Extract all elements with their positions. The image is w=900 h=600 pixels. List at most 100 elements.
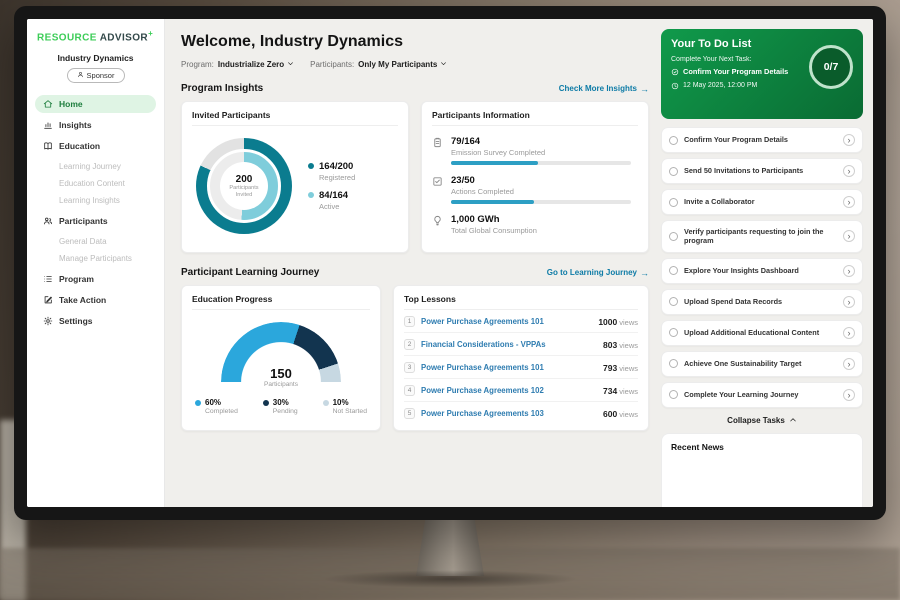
task-label: Achieve One Sustainability Target (684, 359, 837, 368)
legend-item-active: 84/164 Active (308, 190, 355, 211)
chevron-right-icon[interactable]: › (843, 265, 855, 277)
collapse-tasks-link[interactable]: Collapse Tasks (661, 416, 863, 426)
todo-task-row[interactable]: Explore Your Insights Dashboard › (661, 258, 863, 284)
task-checkbox[interactable] (669, 266, 678, 275)
task-label: Explore Your Insights Dashboard (684, 266, 837, 275)
sidebar-subitem-label: Education Content (59, 179, 125, 188)
donut-center-value: 200 (236, 174, 253, 185)
program-filter-dropdown[interactable]: Industrialize Zero (218, 60, 294, 69)
metric-label: Emission Survey Completed (451, 148, 638, 157)
lesson-views-value: 734 (603, 386, 617, 396)
recent-news-title: Recent News (671, 442, 724, 452)
lesson-name-link[interactable]: Power Purchase Agreements 103 (421, 409, 597, 418)
task-checkbox[interactable] (669, 297, 678, 306)
todo-task-row[interactable]: Upload Additional Educational Content › (661, 320, 863, 346)
task-label: Confirm Your Program Details (684, 135, 837, 144)
task-checkbox[interactable] (669, 328, 678, 337)
chevron-right-icon[interactable]: › (843, 358, 855, 370)
todo-task-row[interactable]: Verify participants requesting to join t… (661, 220, 863, 253)
todo-task-row[interactable]: Achieve One Sustainability Target › (661, 351, 863, 377)
chevron-right-icon[interactable]: › (843, 165, 855, 177)
sidebar-item-learning-insights[interactable]: Learning Insights (35, 192, 156, 209)
filters-bar: Program: Industrialize Zero Participants… (181, 60, 649, 69)
donut-center: 200 Participants Invited (220, 162, 268, 210)
lesson-name-link[interactable]: Power Purchase Agreements 101 (421, 317, 592, 326)
sidebar-item-home[interactable]: Home (35, 95, 156, 113)
task-checkbox[interactable] (669, 390, 678, 399)
chevron-right-icon[interactable]: › (843, 296, 855, 308)
lesson-views-unit: views (619, 387, 638, 396)
task-checkbox[interactable] (669, 136, 678, 145)
sidebar-item-program[interactable]: Program (35, 270, 156, 288)
todo-task-row[interactable]: Invite a Collaborator › (661, 189, 863, 215)
lesson-row[interactable]: 1 Power Purchase Agreements 101 1000view… (404, 310, 638, 333)
chevron-right-icon[interactable]: › (843, 389, 855, 401)
metric-value: 23/50 (451, 175, 638, 186)
lesson-row[interactable]: 3 Power Purchase Agreements 101 793views (404, 356, 638, 379)
todo-task-row[interactable]: Upload Spend Data Records › (661, 289, 863, 315)
lesson-name-link[interactable]: Financial Considerations - VPPAs (421, 340, 597, 349)
lesson-rank: 3 (404, 362, 415, 373)
sidebar-item-label: Participants (59, 216, 108, 226)
todo-task-row[interactable]: Send 50 Invitations to Participants › (661, 158, 863, 184)
participants-information-card: Participants Information 79/164 Emission… (421, 101, 649, 253)
sponsor-badge[interactable]: Sponsor (67, 68, 125, 83)
lesson-row[interactable]: 4 Power Purchase Agreements 102 734views (404, 379, 638, 402)
todo-task-row[interactable]: Complete Your Learning Journey › (661, 382, 863, 408)
sidebar-item-take-action[interactable]: Take Action (35, 291, 156, 309)
sidebar-subitem-label: General Data (59, 237, 107, 246)
lesson-rank: 2 (404, 339, 415, 350)
task-label: Send 50 Invitations to Participants (684, 166, 837, 175)
task-checkbox[interactable] (669, 167, 678, 176)
sidebar-item-label: Settings (59, 316, 93, 326)
actions-icon (432, 176, 443, 187)
sidebar-item-insights[interactable]: Insights (35, 116, 156, 134)
sponsor-badge-label: Sponsor (87, 71, 115, 80)
task-label: Upload Spend Data Records (684, 297, 837, 306)
go-to-learning-journey-link[interactable]: Go to Learning Journey → (547, 268, 649, 278)
sidebar-item-general-data[interactable]: General Data (35, 233, 156, 250)
lesson-rank: 5 (404, 408, 415, 419)
sidebar-item-manage-participants[interactable]: Manage Participants (35, 250, 156, 267)
chevron-down-icon (440, 60, 447, 69)
sidebar-item-settings[interactable]: Settings (35, 312, 156, 330)
todo-next-task[interactable]: Confirm Your Program Details (671, 67, 799, 76)
metric-value: 1,000 GWh (451, 214, 638, 225)
consumption-icon (432, 215, 443, 226)
lesson-rank: 4 (404, 385, 415, 396)
todo-task-row[interactable]: Confirm Your Program Details › (661, 127, 863, 153)
metric-actions-completed: 23/50 Actions Completed (432, 175, 638, 204)
participants-filter-dropdown[interactable]: Only My Participants (358, 60, 447, 69)
lesson-name-link[interactable]: Power Purchase Agreements 102 (421, 386, 597, 395)
sidebar-item-learning-journey[interactable]: Learning Journey (35, 158, 156, 175)
chevron-right-icon[interactable]: › (843, 327, 855, 339)
task-checkbox[interactable] (669, 359, 678, 368)
monitor-stand-shadow (322, 570, 578, 588)
sidebar-item-label: Home (59, 99, 83, 109)
invited-participants-card: Invited Participants 200 Participants In… (181, 101, 409, 253)
lesson-name-link[interactable]: Power Purchase Agreements 101 (421, 363, 597, 372)
task-checkbox[interactable] (669, 198, 678, 207)
logo-plus: + (148, 29, 153, 38)
link-label: Check More Insights (559, 84, 637, 93)
lesson-views-value: 793 (603, 363, 617, 373)
check-circle-icon (671, 68, 679, 76)
legend-label: Not Started (333, 408, 367, 415)
program-filter-value: Industrialize Zero (218, 60, 284, 69)
sidebar-item-participants[interactable]: Participants (35, 212, 156, 230)
gauge-center-label: Participants (221, 381, 341, 388)
invited-donut-outer-ring: 200 Participants Invited (196, 138, 292, 234)
lesson-row[interactable]: 5 Power Purchase Agreements 103 600views (404, 402, 638, 424)
check-more-insights-link[interactable]: Check More Insights → (559, 84, 649, 94)
lesson-row[interactable]: 2 Financial Considerations - VPPAs 803vi… (404, 333, 638, 356)
lesson-views-unit: views (619, 341, 638, 350)
chevron-right-icon[interactable]: › (843, 134, 855, 146)
sponsor-icon (77, 71, 84, 80)
chevron-right-icon[interactable]: › (843, 196, 855, 208)
lesson-views-unit: views (619, 318, 638, 327)
chevron-right-icon[interactable]: › (843, 230, 855, 242)
sidebar-item-education[interactable]: Education (35, 137, 156, 155)
sidebar-item-education-content[interactable]: Education Content (35, 175, 156, 192)
task-checkbox[interactable] (669, 232, 678, 241)
legend-value: 84/164 (319, 190, 348, 201)
